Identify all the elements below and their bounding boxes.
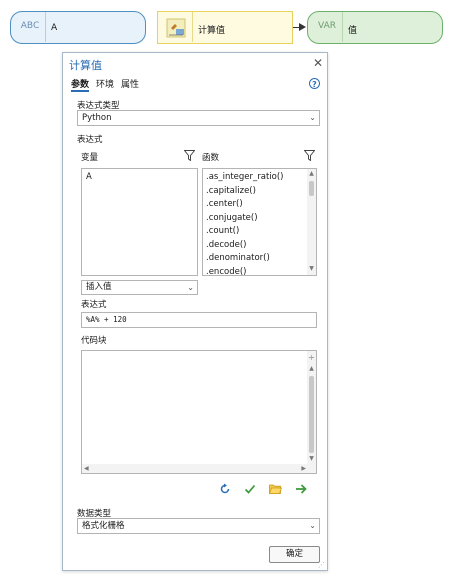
active-tab-indicator: [71, 90, 89, 92]
variables-header: 变量: [81, 153, 99, 163]
variant-type-badge: VAR: [318, 21, 336, 31]
scroll-left-icon[interactable]: ◀: [84, 465, 89, 472]
variables-filter-icon[interactable]: [183, 150, 196, 162]
insert-value-label: 插入值: [86, 282, 112, 292]
expression-type-dropdown[interactable]: Python ⌄: [77, 110, 320, 126]
badge-divider: [45, 12, 46, 42]
expression-type-value: Python: [82, 113, 112, 123]
help-icon[interactable]: ?: [309, 78, 320, 89]
open-folder-icon[interactable]: [268, 483, 283, 495]
list-item[interactable]: .as_integer_ratio(): [206, 171, 284, 185]
chevron-down-icon: ⌄: [309, 113, 316, 122]
list-item[interactable]: .conjugate(): [206, 212, 284, 226]
scroll-down-icon[interactable]: ▼: [307, 265, 316, 272]
input-variable-label: A: [51, 23, 58, 33]
resize-grip-icon[interactable]: ⋰: [318, 561, 325, 569]
scroll-up-icon[interactable]: ▲: [307, 365, 316, 372]
list-item[interactable]: .decode(): [206, 239, 284, 253]
output-variable-node[interactable]: VAR 值: [307, 11, 443, 44]
expression-section-label: 表达式: [77, 135, 103, 145]
ok-button[interactable]: 确定: [269, 546, 320, 563]
list-item[interactable]: .count(): [206, 225, 284, 239]
tool-node-label: 计算值: [198, 26, 226, 36]
scrollbar-thumb[interactable]: [309, 376, 314, 453]
code-block-editor[interactable]: ÷ ▲ ▼ ◀ ▶: [81, 350, 317, 474]
dialog-title: 计算值: [69, 59, 102, 72]
split-icon[interactable]: ÷: [307, 353, 316, 362]
insert-value-dropdown[interactable]: 插入值 ⌄: [81, 280, 198, 295]
badge-divider: [342, 12, 343, 42]
output-variable-label: 值: [348, 26, 358, 36]
calculate-value-dialog: 计算值 ✕ 参数 环境 属性 ? 表达式类型 Python ⌄ 表达式 变量 函…: [62, 52, 328, 571]
calculate-value-tool-node[interactable]: 计算值: [157, 11, 293, 44]
data-type-dropdown[interactable]: 格式化栅格 ⌄: [77, 518, 320, 534]
functions-header: 函数: [202, 153, 220, 163]
chevron-down-icon: ⌄: [309, 521, 316, 530]
list-item[interactable]: .denominator(): [206, 252, 284, 266]
scroll-down-icon[interactable]: ▼: [307, 455, 316, 462]
input-variable-node[interactable]: ABC A: [10, 11, 146, 44]
functions-scrollbar[interactable]: ▲ ▼: [307, 169, 316, 275]
connector-arrowhead: [299, 23, 306, 31]
verify-check-icon[interactable]: [244, 483, 256, 495]
code-vertical-scrollbar[interactable]: ÷ ▲ ▼: [307, 351, 316, 473]
list-item[interactable]: .center(): [206, 198, 284, 212]
chevron-down-icon: ⌄: [187, 283, 194, 292]
calculator-tool-icon: [164, 16, 188, 40]
export-arrow-icon[interactable]: [295, 483, 308, 495]
scrollbar-thumb[interactable]: [309, 181, 314, 196]
data-type-value: 格式化栅格: [82, 521, 125, 531]
list-item[interactable]: A: [86, 171, 92, 185]
tab-parameters[interactable]: 参数: [71, 77, 89, 90]
functions-filter-icon[interactable]: [303, 150, 316, 162]
code-block-label: 代码块: [81, 336, 107, 346]
functions-list[interactable]: .as_integer_ratio() .capitalize() .cente…: [202, 168, 317, 276]
scroll-right-icon[interactable]: ▶: [301, 465, 306, 472]
variables-list[interactable]: A: [81, 168, 198, 276]
string-type-badge: ABC: [20, 21, 40, 31]
scroll-up-icon[interactable]: ▲: [307, 170, 316, 177]
functions-items: .as_integer_ratio() .capitalize() .cente…: [206, 171, 284, 276]
expression-value: %A% + 120: [86, 315, 127, 324]
tool-divider: [192, 12, 193, 42]
expression-input[interactable]: %A% + 120: [81, 312, 317, 328]
tab-environments[interactable]: 环境: [96, 77, 114, 90]
tab-properties[interactable]: 属性: [121, 77, 139, 90]
close-icon[interactable]: ✕: [313, 56, 323, 70]
code-horizontal-scrollbar[interactable]: ◀ ▶: [82, 464, 308, 473]
list-item[interactable]: .encode(): [206, 266, 284, 276]
list-item[interactable]: .capitalize(): [206, 185, 284, 199]
expression-label: 表达式: [81, 300, 107, 310]
reset-icon[interactable]: [219, 483, 231, 495]
